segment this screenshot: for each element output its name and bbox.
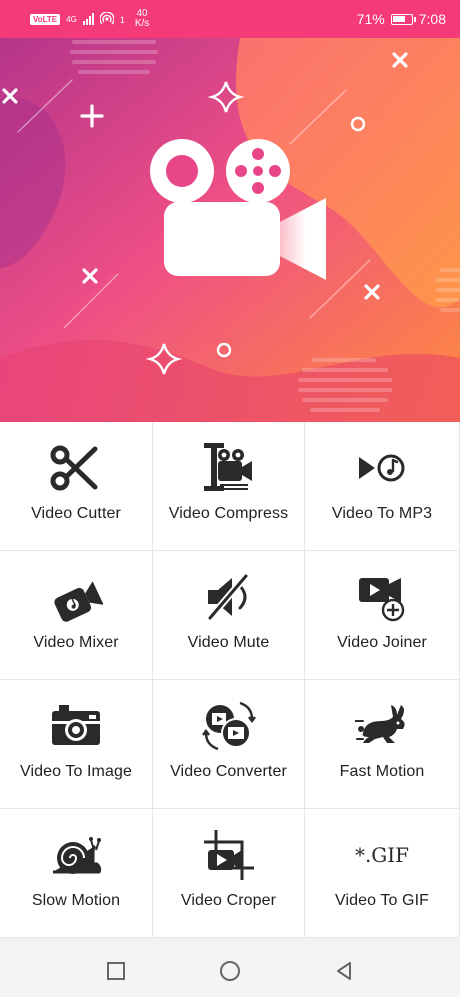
tool-video-croper[interactable]: Video Croper (153, 809, 305, 938)
tool-video-compress[interactable]: Video Compress (153, 422, 305, 551)
data-count: 1 (119, 15, 125, 25)
tool-label: Video To Image (19, 763, 132, 780)
tool-label: Video Croper (180, 892, 277, 909)
battery-fill (392, 15, 405, 22)
compress-clamp-icon (201, 440, 257, 496)
tool-video-converter[interactable]: Video Converter (153, 680, 305, 809)
triangle-back-icon[interactable] (324, 951, 364, 991)
tool-video-to-image[interactable]: Video To Image (0, 680, 153, 809)
network-speed: 40 K/s (135, 9, 149, 29)
crop-video-icon (201, 827, 257, 883)
tool-label: Fast Motion (339, 763, 425, 780)
status-bar: VoLTE 4G 1 40 K/s 71% 7:08 (0, 0, 460, 38)
tool-label: Video Mute (187, 634, 270, 651)
volte-badge: VoLTE (30, 13, 61, 25)
tool-video-to-gif[interactable]: *.GIF Video To GIF (305, 809, 460, 938)
hotspot-icon (99, 12, 114, 25)
tool-video-joiner[interactable]: Video Joiner (305, 551, 460, 680)
tool-label: Video Mixer (33, 634, 119, 651)
tool-label: Video To GIF (335, 892, 429, 909)
convert-film-icon (201, 698, 257, 754)
tool-video-cutter[interactable]: Video Cutter (0, 422, 153, 551)
tool-slow-motion[interactable]: Slow Motion (0, 809, 153, 938)
signal-icon (82, 13, 94, 25)
tool-fast-motion[interactable]: Fast Motion (305, 680, 460, 809)
square-recents-icon[interactable] (96, 951, 136, 991)
photo-camera-icon (48, 698, 104, 754)
snail-icon (48, 827, 104, 883)
tool-video-to-mp3[interactable]: Video To MP3 (305, 422, 460, 551)
tool-label: Slow Motion (31, 892, 121, 909)
status-right: 71% 7:08 (357, 11, 446, 27)
banner-artwork (0, 38, 460, 422)
banner (0, 38, 460, 422)
rabbit-icon (354, 698, 410, 754)
clock: 7:08 (418, 11, 446, 27)
tool-label: Video Compress (168, 505, 289, 522)
music-camera-icon (48, 569, 104, 625)
tools-grid: Video Cutter Video Compress Video To MP3 (0, 422, 460, 938)
mute-speaker-icon (201, 569, 257, 625)
battery-percent: 71% (356, 11, 385, 27)
gif-icon: *.GIF (354, 827, 410, 883)
navigation-bar (0, 945, 460, 997)
tool-label: Video To MP3 (331, 505, 433, 522)
tool-video-mute[interactable]: Video Mute (153, 551, 305, 680)
network-type: 4G (66, 15, 77, 24)
battery-icon (390, 13, 416, 25)
tool-label: Video Joiner (337, 634, 427, 651)
status-left: VoLTE 4G 1 40 K/s (30, 9, 149, 29)
circle-home-icon[interactable] (210, 951, 250, 991)
play-music-icon (354, 440, 410, 496)
video-add-icon (354, 569, 410, 625)
speed-unit: K/s (134, 18, 150, 29)
scissors-icon (48, 440, 104, 496)
tool-label: Video Converter (170, 763, 287, 780)
tool-label: Video Cutter (31, 505, 121, 522)
tool-video-mixer[interactable]: Video Mixer (0, 551, 153, 680)
gif-glyph: *.GIF (354, 843, 410, 867)
